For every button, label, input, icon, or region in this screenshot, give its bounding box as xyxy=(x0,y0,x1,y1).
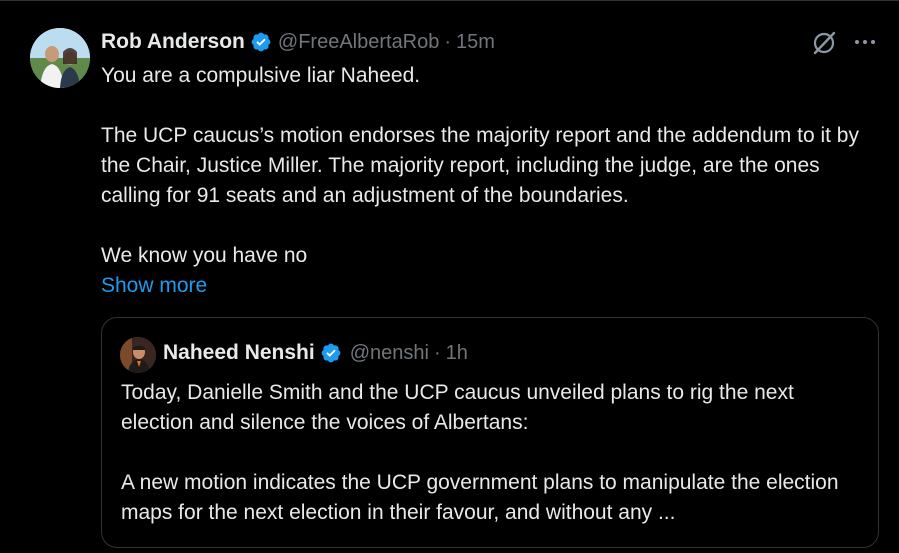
verified-badge-icon[interactable] xyxy=(320,342,342,364)
more-options-icon[interactable] xyxy=(851,34,879,50)
show-more-link[interactable]: Show more xyxy=(101,271,207,301)
quoted-author-display-name[interactable]: Naheed Nenshi xyxy=(163,341,315,365)
header-separator: · xyxy=(444,30,452,53)
tweet[interactable]: Rob Anderson @FreeAlbertaRob · 15m You a… xyxy=(0,0,899,553)
author-avatar[interactable] xyxy=(30,28,90,88)
quoted-tweet-timestamp[interactable]: 1h xyxy=(446,342,468,365)
quoted-header-separator: · xyxy=(433,341,441,364)
author-display-name[interactable]: Rob Anderson xyxy=(101,30,245,54)
tweet-paragraph: The UCP caucus’s motion endorses the maj… xyxy=(101,124,865,207)
tweet-paragraph: You are a compulsive liar Naheed. xyxy=(101,64,421,87)
author-handle[interactable]: @FreeAlbertaRob xyxy=(278,31,439,54)
quoted-author-handle[interactable]: @nenshi xyxy=(350,342,429,365)
quoted-tweet-card[interactable]: Naheed Nenshi @nenshi · 1h Today, Daniel… xyxy=(101,317,879,548)
tweet-header: Rob Anderson @FreeAlbertaRob · 15m xyxy=(101,28,495,56)
grok-icon[interactable] xyxy=(811,30,837,56)
quoted-tweet-paragraph: Today, Danielle Smith and the UCP caucus… xyxy=(121,381,794,434)
verified-badge-icon[interactable] xyxy=(250,31,272,53)
quoted-tweet-paragraph: A new motion indicates the UCP governmen… xyxy=(121,471,839,524)
tweet-text: You are a compulsive liar Naheed. The UC… xyxy=(101,61,881,271)
quoted-tweet-text: Today, Danielle Smith and the UCP caucus… xyxy=(121,378,866,528)
tweet-timestamp[interactable]: 15m xyxy=(456,31,495,54)
quoted-tweet-header: Naheed Nenshi @nenshi · 1h xyxy=(163,341,468,365)
tweet-paragraph: We know you have no xyxy=(101,244,308,267)
quoted-author-avatar[interactable] xyxy=(120,337,156,373)
